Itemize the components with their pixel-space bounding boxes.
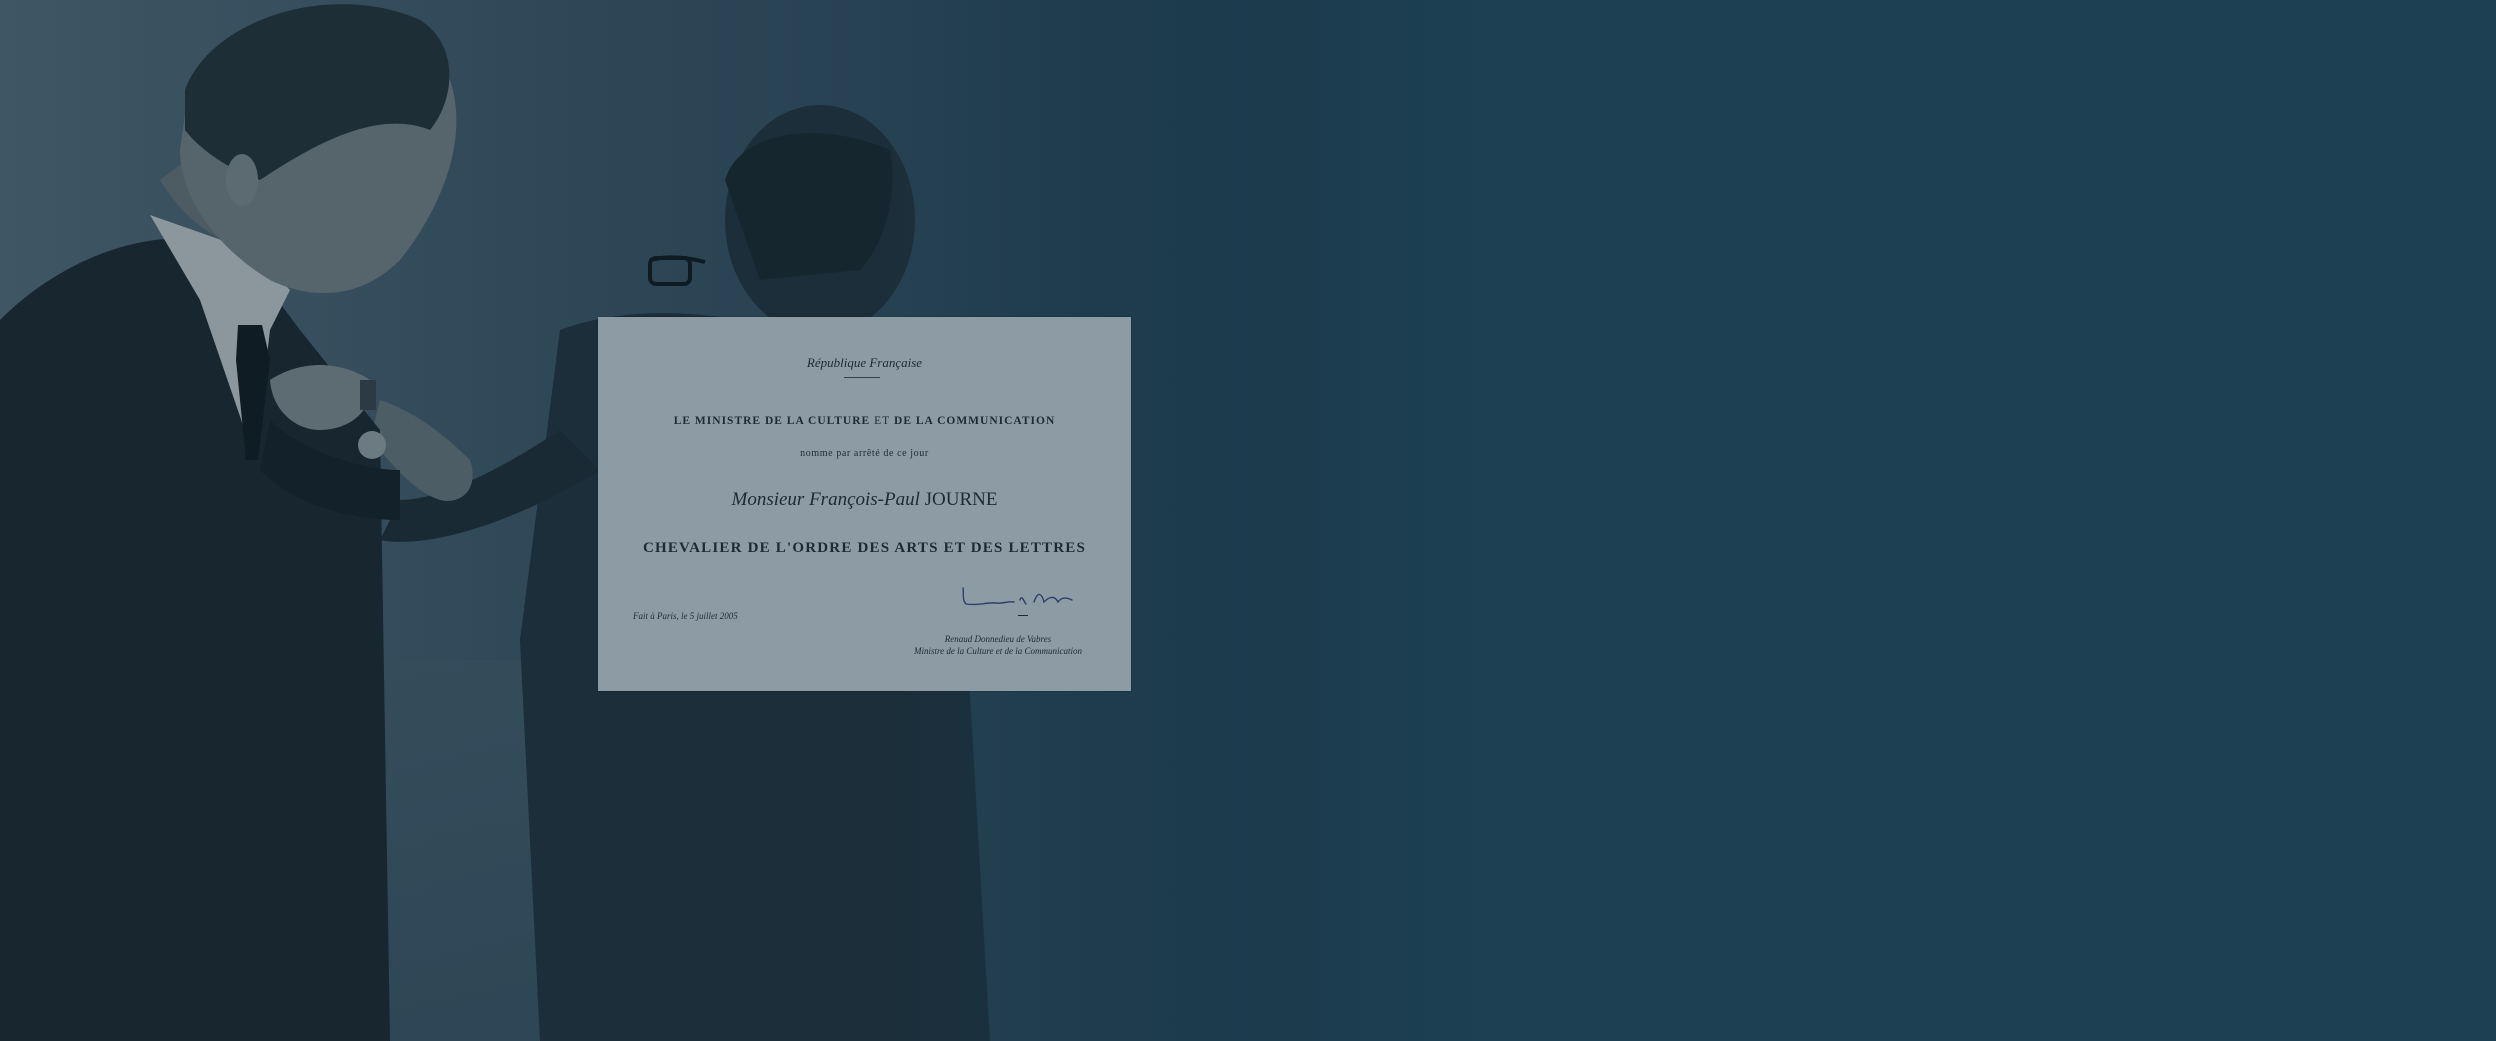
signer-block: Renaud Donnedieu de Vabres Ministre de l… <box>898 633 1098 657</box>
honour-title: CHEVALIER DE L'ORDRE DES ARTS ET DES LET… <box>642 540 1087 556</box>
recipient-surname: JOURNE <box>924 489 998 510</box>
appointment-text: nomme par arrêté de ce jour <box>800 448 929 459</box>
header-divider <box>844 377 880 378</box>
signature-dash <box>1018 615 1028 616</box>
place-date: Fait à Paris, le 5 juillet 2005 <box>633 611 738 621</box>
certificate-ministry: LE MINISTRE DE LA CULTURE ET DE LA COMMU… <box>598 415 1131 427</box>
recipient-name-prefix: Monsieur François-Paul <box>731 489 920 510</box>
ministry-part-2: DE LA COMMUNICATION <box>894 415 1056 427</box>
ministry-part-1: LE MINISTRE DE LA CULTURE <box>673 415 871 427</box>
certificate: République Française LE MINISTRE DE LA C… <box>598 317 1131 691</box>
signer-name: Renaud Donnedieu de Vabres <box>944 634 1052 644</box>
handwritten-signature <box>962 587 1073 606</box>
certificate-header: République Française <box>806 355 923 370</box>
recipient-name: Monsieur François-Paul JOURNE <box>598 489 1131 511</box>
ministry-et: ET <box>874 415 891 427</box>
page-background: République Française LE MINISTRE DE LA C… <box>0 0 2496 1041</box>
signer-role: Ministre de la Culture et de la Communic… <box>913 646 1083 656</box>
